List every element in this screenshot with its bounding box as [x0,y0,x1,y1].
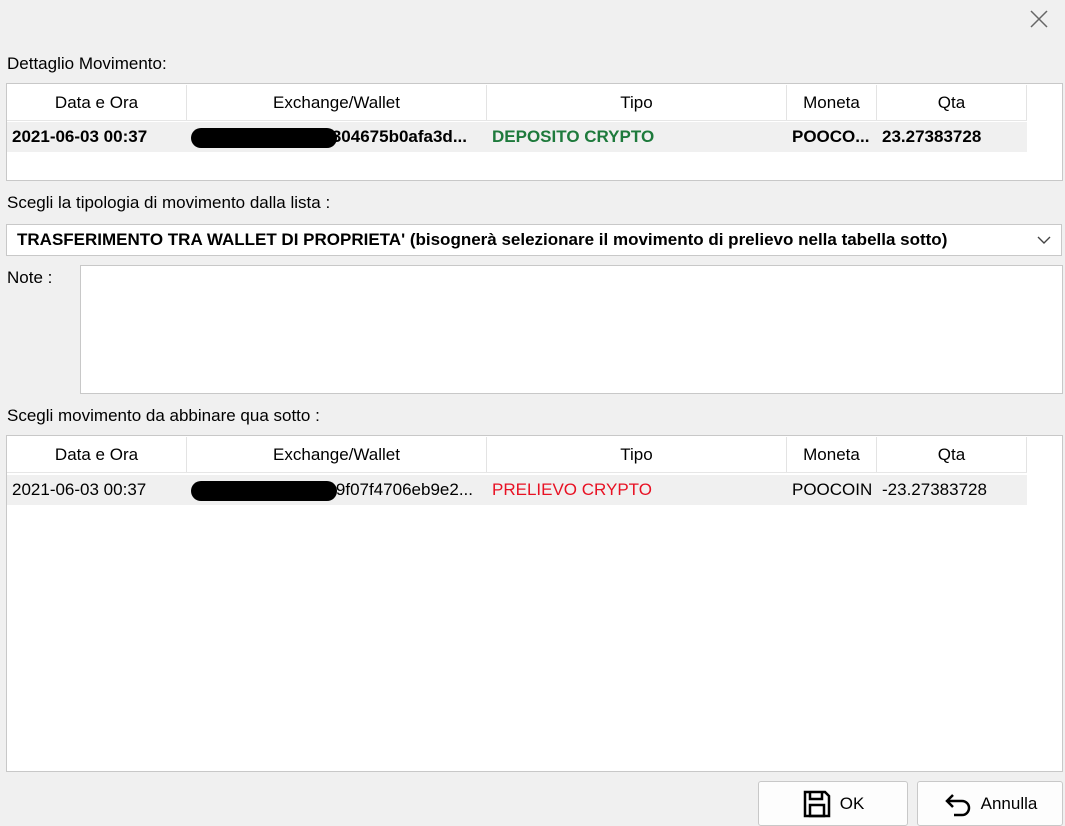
redaction-mark [191,128,337,148]
cancel-button[interactable]: Annulla [917,781,1063,826]
match-grid-header: Data e Ora Exchange/Wallet Tipo Moneta Q… [7,437,1027,473]
cell-datetime: 2021-06-03 00:37 [12,480,147,499]
match-grid: Data e Ora Exchange/Wallet Tipo Moneta Q… [6,435,1063,772]
undo-icon [944,793,970,816]
cell-qta: 23.27383728 [882,127,982,146]
col-header-tipo[interactable]: Tipo [487,437,787,472]
save-icon [803,790,830,817]
cancel-button-label: Annulla [980,793,1038,813]
col-header-wallet[interactable]: Exchange/Wallet [187,85,487,120]
cell-tipo: PRELIEVO CRYPTO [492,480,652,499]
redaction-mark [191,481,337,501]
col-header-datetime[interactable]: Data e Ora [7,85,187,120]
cell-qta: -23.27383728 [882,480,987,499]
close-icon [1030,10,1048,28]
ok-button-label: OK [839,793,865,813]
detail-grid: Data e Ora Exchange/Wallet Tipo Moneta Q… [6,83,1063,181]
cell-moneta: POOCOIN [792,480,873,499]
note-label: Note : [7,268,53,287]
choose-match-label: Scegli movimento da abbinare qua sotto : [7,406,320,425]
col-header-moneta[interactable]: Moneta [787,85,877,120]
note-field[interactable] [80,265,1063,394]
close-button[interactable] [1022,4,1056,34]
movement-type-value: TRASFERIMENTO TRA WALLET DI PROPRIETA' (… [17,230,948,249]
col-header-wallet[interactable]: Exchange/Wallet [187,437,487,472]
col-header-qta[interactable]: Qta [877,85,1027,120]
ok-button[interactable]: OK [758,781,908,826]
chevron-down-icon [1037,236,1051,244]
detail-grid-header: Data e Ora Exchange/Wallet Tipo Moneta Q… [7,85,1027,121]
detail-label: Dettaglio Movimento: [7,54,167,73]
col-header-moneta[interactable]: Moneta [787,437,877,472]
col-header-tipo[interactable]: Tipo [487,85,787,120]
choose-type-label: Scegli la tipologia di movimento dalla l… [7,193,331,212]
table-row[interactable]: 2021-06-03 00:37 9f07f4706eb9e2... PRELI… [7,475,1027,505]
col-header-qta[interactable]: Qta [877,437,1027,472]
col-header-datetime[interactable]: Data e Ora [7,437,187,472]
cell-datetime: 2021-06-03 00:37 [12,127,148,146]
cell-moneta: POOCO... [792,127,870,146]
cell-wallet: 9f07f4706eb9e2... [187,475,487,505]
cell-tipo: DEPOSITO CRYPTO [492,127,655,146]
cell-wallet: 304675b0afa3d... [187,122,487,152]
table-row[interactable]: 2021-06-03 00:37 304675b0afa3d... DEPOSI… [7,122,1027,152]
movement-type-select[interactable]: TRASFERIMENTO TRA WALLET DI PROPRIETA' (… [6,224,1062,256]
